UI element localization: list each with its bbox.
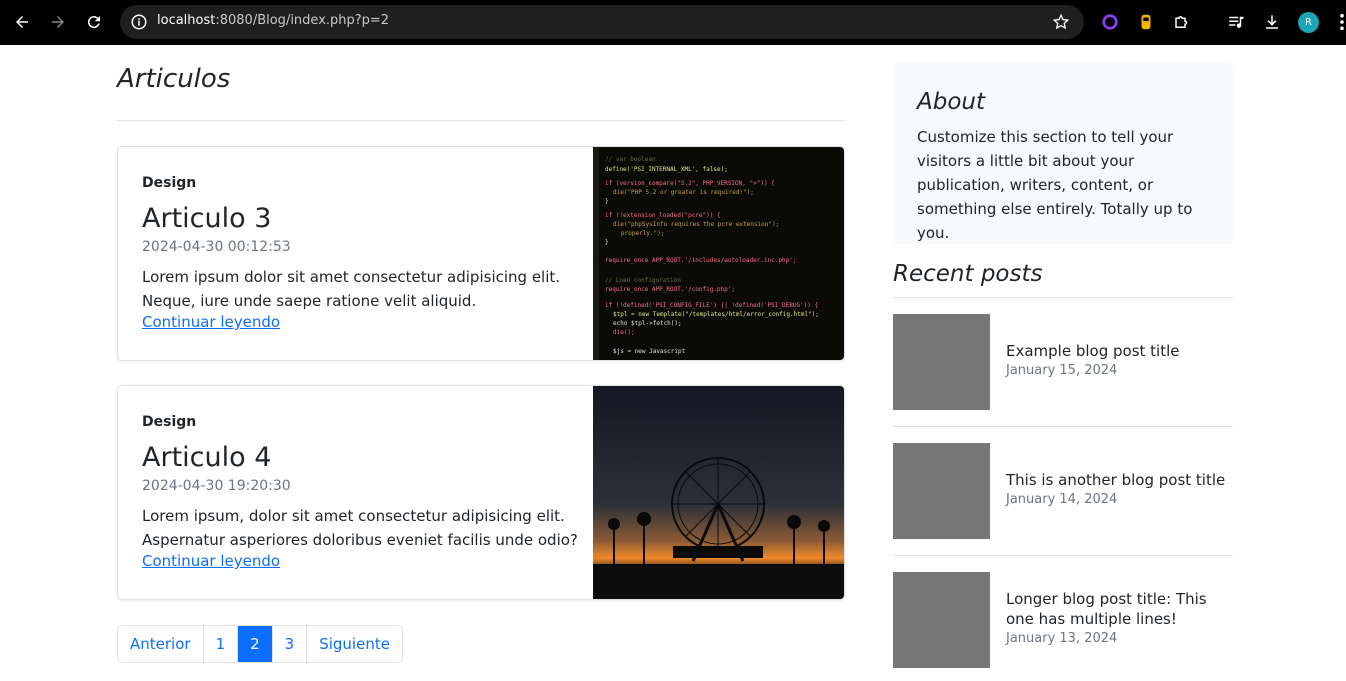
- pagination-page-2-active[interactable]: 2: [238, 626, 273, 662]
- url-path: :8080/Blog/index.php?p=2: [215, 13, 390, 28]
- article-title: Articulo 3: [142, 203, 272, 234]
- forward-arrow-icon[interactable]: [47, 11, 69, 33]
- svg-text:echo $tpl->fetch();: echo $tpl->fetch();: [613, 320, 682, 327]
- post-thumbnail[interactable]: [893, 572, 990, 668]
- article-excerpt: Lorem ipsum dolor sit amet consectetur a…: [142, 268, 561, 310]
- recent-post-item[interactable]: Longer blog post title: This one has mul…: [893, 572, 1233, 668]
- svg-text:// var boolean: // var boolean: [605, 156, 656, 163]
- post-thumbnail[interactable]: [893, 443, 990, 539]
- post-title[interactable]: Example blog post title: [1006, 341, 1236, 361]
- article-card: Design Articulo 3 2024-04-30 00:12:53 Lo…: [117, 146, 845, 361]
- about-title: About: [917, 89, 986, 115]
- back-arrow-icon[interactable]: [11, 11, 33, 33]
- svg-text:require_once APP_ROOT.'/config: require_once APP_ROOT.'/config.php';: [605, 286, 735, 293]
- post-divider: [893, 555, 1233, 556]
- recent-posts-title: Recent posts: [893, 261, 1043, 287]
- svg-text:}: }: [605, 198, 609, 205]
- svg-text:if (version_compare("5.2", PHP: if (version_compare("5.2", PHP_VERSION, …: [605, 180, 775, 187]
- page-title: Articulos: [117, 64, 231, 94]
- svg-text:}: }: [605, 239, 609, 246]
- svg-text:die();: die();: [613, 329, 635, 336]
- read-more-link[interactable]: Continuar leyendo: [142, 552, 280, 570]
- recent-post-item[interactable]: Example blog post title January 15, 2024: [893, 314, 1233, 410]
- post-divider: [893, 426, 1233, 427]
- address-bar[interactable]: localhost:8080/Blog/index.php?p=2: [120, 5, 1084, 39]
- article-date: 2024-04-30 00:12:53: [142, 239, 291, 255]
- article-excerpt: Lorem ipsum, dolor sit amet consectetur …: [142, 507, 578, 549]
- article-image[interactable]: // var boolean define('PSI_INTERNAL_XML'…: [593, 147, 844, 360]
- svg-text:$tpl = new Template("/template: $tpl = new Template("/templates/html/err…: [613, 311, 819, 318]
- read-more-link[interactable]: Continuar leyendo: [142, 313, 280, 331]
- browser-toolbar: localhost:8080/Blog/index.php?p=2 R: [0, 0, 1346, 45]
- article-category: Design: [142, 175, 197, 191]
- bookmark-star-icon[interactable]: [1052, 13, 1070, 31]
- post-date: January 15, 2024: [1006, 363, 1118, 378]
- svg-text:$js = new Javascript: $js = new Javascript: [613, 348, 686, 355]
- profile-avatar[interactable]: R: [1298, 12, 1319, 33]
- download-icon[interactable]: [1262, 12, 1282, 32]
- pagination-next[interactable]: Siguiente: [307, 626, 402, 662]
- post-title[interactable]: This is another blog post title: [1006, 470, 1236, 490]
- article-card: Design Articulo 4 2024-04-30 19:20:30 Lo…: [117, 385, 845, 600]
- site-info-icon[interactable]: [130, 13, 148, 31]
- url-text[interactable]: localhost:8080/Blog/index.php?p=2: [157, 13, 389, 28]
- pagination-page-1[interactable]: 1: [204, 626, 239, 662]
- article-date: 2024-04-30 19:20:30: [142, 478, 291, 494]
- post-date: January 14, 2024: [1006, 492, 1118, 507]
- svg-text:// Load configuration: // Load configuration: [605, 277, 681, 284]
- svg-text:if (!defined('PSI_CONFIG_FILE': if (!defined('PSI_CONFIG_FILE') || !defi…: [605, 302, 818, 309]
- article-title: Articulo 4: [142, 442, 272, 473]
- svg-text:require_once APP_ROOT.'/includ: require_once APP_ROOT.'/includes/autoloa…: [605, 257, 796, 264]
- article-category: Design: [142, 414, 197, 430]
- media-queue-icon[interactable]: [1226, 12, 1246, 32]
- svg-text:define('PSI_INTERNAL_XML', fal: define('PSI_INTERNAL_XML', false);: [605, 166, 728, 173]
- svg-text:die("phpSysInfo requires the p: die("phpSysInfo requires the pcre extens…: [613, 221, 779, 228]
- pagination-prev[interactable]: Anterior: [118, 626, 204, 662]
- pagination-page-3[interactable]: 3: [273, 626, 308, 662]
- about-box: About Customize this section to tell you…: [893, 63, 1233, 244]
- post-title[interactable]: Longer blog post title: This one has mul…: [1006, 589, 1236, 629]
- extension-yellow-icon[interactable]: [1136, 12, 1156, 32]
- title-divider: [117, 120, 845, 121]
- recent-posts-divider: [893, 297, 1233, 298]
- extension-circle-icon[interactable]: [1100, 12, 1120, 32]
- svg-text:die("PHP 5.2 or greater is req: die("PHP 5.2 or greater is required!");: [613, 189, 754, 196]
- menu-kebab-icon[interactable]: [1332, 12, 1346, 32]
- post-thumbnail[interactable]: [893, 314, 990, 410]
- svg-text:if (!extension_loaded("pcre")): if (!extension_loaded("pcre")) {: [605, 212, 721, 219]
- post-date: January 13, 2024: [1006, 631, 1118, 646]
- article-image[interactable]: [593, 386, 844, 599]
- url-host: localhost: [157, 13, 216, 28]
- recent-post-item[interactable]: This is another blog post title January …: [893, 443, 1233, 539]
- extensions-puzzle-icon[interactable]: [1172, 12, 1192, 32]
- reload-icon[interactable]: [83, 11, 105, 33]
- about-text: Customize this section to tell your visi…: [917, 128, 1193, 242]
- pagination: Anterior 1 2 3 Siguiente: [117, 625, 403, 663]
- svg-text:properly.");: properly.");: [621, 230, 664, 237]
